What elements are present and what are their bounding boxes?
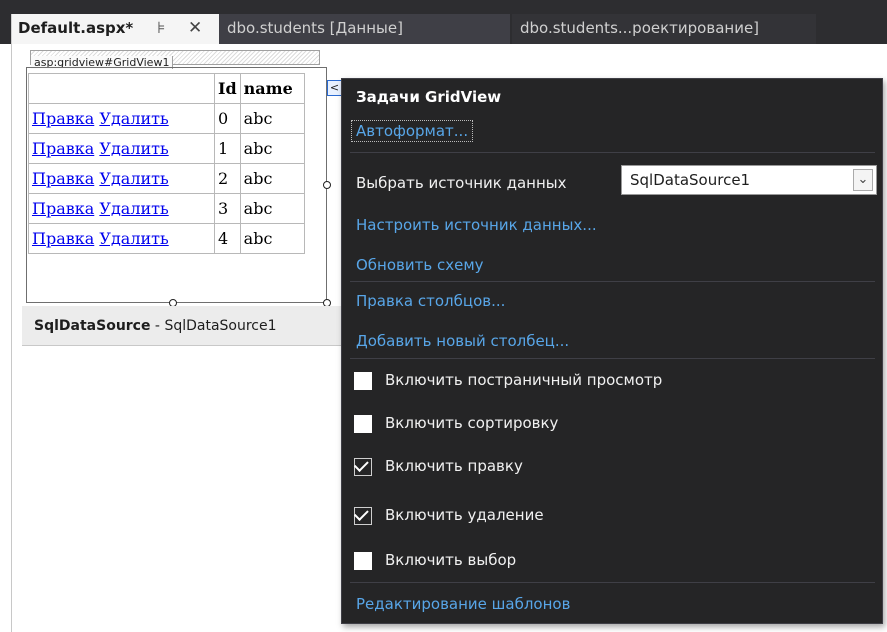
separator bbox=[350, 582, 875, 583]
delete-link[interactable]: Удалить bbox=[99, 199, 168, 218]
name-cell: abc bbox=[239, 193, 305, 224]
smart-tag-collapse-button[interactable]: < bbox=[327, 80, 342, 96]
name-cell: abc bbox=[239, 133, 305, 164]
checkbox-unchecked-icon bbox=[354, 552, 372, 570]
table-row: Правка Удалить 4 abc bbox=[28, 223, 305, 254]
table-row: Правка Удалить 3 abc bbox=[28, 193, 305, 224]
edit-link[interactable]: Правка bbox=[32, 109, 94, 128]
edit-columns-link[interactable]: Правка столбцов... bbox=[356, 292, 505, 310]
command-cell: Правка Удалить bbox=[28, 133, 215, 164]
checkbox-label: Включить постраничный просмотр bbox=[385, 371, 663, 389]
gridview-tasks-panel: Задачи GridView Автоформат... Выбрать ис… bbox=[341, 78, 883, 624]
checkbox-label: Включить выбор bbox=[385, 551, 517, 569]
selected-element-tag: asp:gridview#GridView1 bbox=[30, 50, 320, 69]
datasource-type-label: SqlDataSource bbox=[34, 318, 151, 334]
command-cell: Правка Удалить bbox=[28, 103, 215, 134]
name-cell: abc bbox=[239, 103, 305, 134]
separator bbox=[350, 152, 875, 153]
gridview-table: Id name Правка Удалить 0 abc Правка Удал… bbox=[28, 73, 305, 254]
table-row: Правка Удалить 2 abc bbox=[28, 163, 305, 194]
command-cell: Правка Удалить bbox=[28, 163, 215, 194]
separator bbox=[350, 281, 875, 282]
sqldatasource-control[interactable]: SqlDataSource - SqlDataSource1 bbox=[22, 306, 352, 346]
column-header-name: name bbox=[239, 73, 305, 104]
id-cell: 1 bbox=[214, 133, 241, 164]
id-cell: 4 bbox=[214, 223, 241, 254]
command-cell: Правка Удалить bbox=[28, 223, 215, 254]
choose-datasource-select[interactable]: SqlDataSource1 ⌄ bbox=[621, 165, 877, 195]
tab-students-data[interactable]: dbo.students [Данные] bbox=[219, 14, 510, 44]
table-row: Правка Удалить 1 abc bbox=[28, 133, 305, 164]
checkbox-label: Включить удаление bbox=[385, 506, 544, 524]
configure-datasource-link[interactable]: Настроить источник данных... bbox=[356, 216, 597, 234]
refresh-schema-link[interactable]: Обновить схему bbox=[356, 256, 484, 274]
delete-link[interactable]: Удалить bbox=[99, 109, 168, 128]
checkbox-checked-icon bbox=[353, 457, 372, 476]
delete-link[interactable]: Удалить bbox=[99, 169, 168, 188]
close-icon[interactable]: ✕ bbox=[188, 14, 202, 42]
checkbox-unchecked-icon bbox=[354, 415, 372, 433]
separator bbox=[350, 358, 875, 359]
resize-handle-right[interactable] bbox=[323, 181, 331, 189]
tab-students-design[interactable]: dbo.students...роектирование] bbox=[512, 14, 816, 44]
table-row: Правка Удалить 0 abc bbox=[28, 103, 305, 134]
column-header-id: Id bbox=[214, 73, 241, 104]
delete-link[interactable]: Удалить bbox=[99, 229, 168, 248]
id-cell: 0 bbox=[214, 103, 241, 134]
datasource-separator: - bbox=[150, 318, 165, 334]
autoformat-link[interactable]: Автоформат... bbox=[351, 120, 474, 142]
name-cell: abc bbox=[239, 163, 305, 194]
checkbox-unchecked-icon bbox=[354, 372, 372, 390]
tab-label: Default.aspx* bbox=[18, 19, 134, 37]
tab-label: dbo.students...роектирование] bbox=[520, 19, 760, 37]
checkbox-label: Включить сортировку bbox=[385, 414, 559, 432]
tasks-panel-title: Задачи GridView bbox=[356, 88, 502, 106]
choose-datasource-label: Выбрать источник данных bbox=[356, 174, 567, 192]
delete-link[interactable]: Удалить bbox=[99, 139, 168, 158]
checkbox-checked-icon bbox=[353, 506, 372, 525]
name-cell: abc bbox=[239, 223, 305, 254]
id-cell: 2 bbox=[214, 163, 241, 194]
checkbox-label: Включить правку bbox=[385, 457, 523, 475]
edit-link[interactable]: Правка bbox=[32, 229, 94, 248]
chevron-down-icon[interactable]: ⌄ bbox=[853, 169, 873, 191]
table-header-row: Id name bbox=[28, 73, 305, 104]
edit-templates-link[interactable]: Редактирование шаблонов bbox=[356, 595, 570, 613]
command-cell: Правка Удалить bbox=[28, 193, 215, 224]
edit-link[interactable]: Правка bbox=[32, 199, 94, 218]
document-tab-strip: Default.aspx* ⊧ ✕ dbo.students [Данные] … bbox=[0, 0, 887, 44]
edit-link[interactable]: Правка bbox=[32, 139, 94, 158]
pin-icon[interactable]: ⊧ bbox=[157, 14, 165, 42]
datasource-id-label: SqlDataSource1 bbox=[164, 318, 277, 334]
add-column-link[interactable]: Добавить новый столбец... bbox=[356, 332, 569, 350]
chevron-left-icon: < bbox=[329, 81, 340, 94]
choose-datasource-value: SqlDataSource1 bbox=[630, 171, 751, 189]
tab-label: dbo.students [Данные] bbox=[227, 19, 403, 37]
tab-default-aspx[interactable]: Default.aspx* ⊧ ✕ bbox=[11, 14, 219, 44]
edit-link[interactable]: Правка bbox=[32, 169, 94, 188]
id-cell: 3 bbox=[214, 193, 241, 224]
column-header-commands bbox=[28, 73, 215, 104]
